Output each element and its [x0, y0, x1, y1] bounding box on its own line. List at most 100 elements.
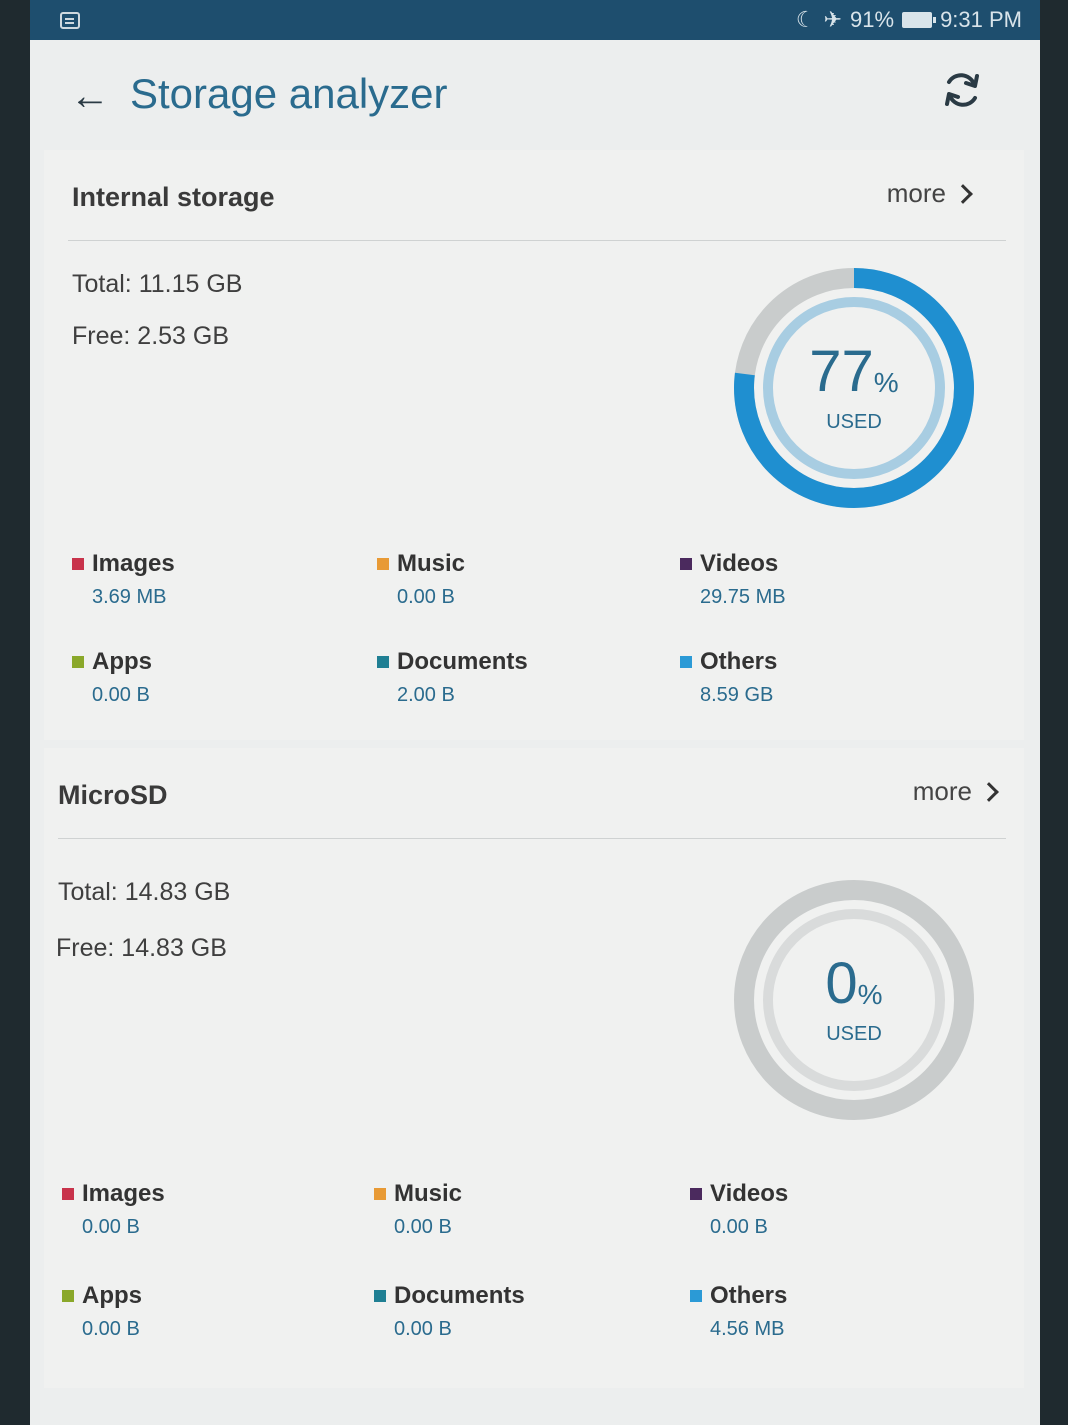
- divider: [68, 240, 1006, 241]
- used-percent-value: 77: [809, 338, 874, 404]
- usage-ring: 77 % USED: [724, 258, 984, 518]
- images-swatch: [62, 1188, 74, 1200]
- category-name: Music: [397, 550, 466, 577]
- divider: [58, 838, 1006, 839]
- category-others[interactable]: Others 8.59 GB: [680, 648, 980, 707]
- category-images[interactable]: Images 0.00 B: [62, 1180, 362, 1239]
- category-label: Images: [62, 1180, 362, 1208]
- music-swatch: [374, 1188, 386, 1200]
- microsd-card: MicroSD more Total: 14.83 GB Free: 14.83…: [44, 748, 1024, 1388]
- category-value: 4.56 MB: [710, 1318, 785, 1340]
- page-title: Storage analyzer: [130, 70, 448, 117]
- category-label: Documents: [377, 648, 677, 676]
- free-text: Free: 2.53 GB: [72, 322, 230, 350]
- category-name: Videos: [710, 1180, 789, 1207]
- app-bar: ← Storage analyzer: [30, 40, 1040, 150]
- moon-icon: ☾: [795, 7, 816, 32]
- category-name: Images: [82, 1180, 165, 1207]
- battery-percent: 91%: [850, 7, 895, 32]
- ring-center: 77 % USED: [724, 258, 984, 518]
- used-label: USED: [826, 410, 882, 433]
- category-name: Videos: [700, 550, 779, 577]
- chevron-right-icon: [979, 781, 999, 802]
- documents-swatch: [374, 1290, 386, 1302]
- category-name: Documents: [397, 648, 528, 675]
- documents-swatch: [377, 656, 389, 668]
- usage-ring: 0 % USED: [724, 870, 984, 1130]
- category-label: Apps: [72, 648, 372, 676]
- used-percent: 0 %: [825, 950, 883, 1016]
- images-swatch: [72, 558, 84, 570]
- category-name: Images: [92, 550, 175, 577]
- category-grid: Images 0.00 B Music 0.00 B Videos 0.00 B…: [62, 1180, 962, 1350]
- category-label: Videos: [690, 1180, 990, 1208]
- category-value: 0.00 B: [394, 1318, 452, 1340]
- chevron-right-icon: [953, 183, 973, 204]
- category-value: 29.75 MB: [700, 586, 786, 608]
- category-name: Documents: [394, 1282, 525, 1309]
- category-name: Music: [394, 1180, 463, 1207]
- apps-swatch: [62, 1290, 74, 1302]
- category-music[interactable]: Music 0.00 B: [374, 1180, 674, 1239]
- category-videos[interactable]: Videos 0.00 B: [690, 1180, 990, 1239]
- category-documents[interactable]: Documents 0.00 B: [374, 1282, 674, 1341]
- status-time: 9:31 PM: [940, 7, 1022, 32]
- notification-icon: [60, 11, 80, 29]
- category-grid: Images 3.69 MB Music 0.00 B Videos 29.75…: [72, 550, 972, 710]
- category-others[interactable]: Others 4.56 MB: [690, 1282, 990, 1341]
- refresh-icon[interactable]: [940, 68, 984, 112]
- more-label: more: [886, 178, 946, 208]
- category-name: Others: [710, 1282, 788, 1309]
- total-text: Total: 11.15 GB: [72, 270, 243, 298]
- category-label: Others: [680, 648, 980, 676]
- category-name: Others: [700, 648, 778, 675]
- more-link[interactable]: more: [912, 776, 999, 807]
- back-arrow-icon[interactable]: ←: [70, 76, 110, 116]
- category-label: Others: [690, 1282, 990, 1310]
- category-value: 0.00 B: [92, 684, 150, 706]
- category-value: 2.00 B: [397, 684, 455, 706]
- percent-sign: %: [873, 366, 899, 398]
- category-label: Music: [374, 1180, 674, 1208]
- card-title: Internal storage: [72, 182, 275, 212]
- used-label: USED: [826, 1022, 882, 1045]
- category-label: Images: [72, 550, 372, 578]
- category-label: Music: [377, 550, 677, 578]
- category-value: 8.59 GB: [700, 684, 774, 706]
- category-apps[interactable]: Apps 0.00 B: [62, 1282, 362, 1341]
- airplane-icon: ✈: [823, 7, 843, 32]
- apps-swatch: [72, 656, 84, 668]
- category-label: Documents: [374, 1282, 674, 1310]
- status-bar: ☾ ✈ 91% 9:31 PM: [30, 0, 1040, 40]
- total-text: Total: 14.83 GB: [58, 878, 231, 906]
- battery-icon: [902, 12, 937, 28]
- category-label: Apps: [62, 1282, 362, 1310]
- category-documents[interactable]: Documents 2.00 B: [377, 648, 677, 707]
- category-value: 0.00 B: [397, 586, 455, 608]
- category-images[interactable]: Images 3.69 MB: [72, 550, 372, 609]
- videos-swatch: [680, 558, 692, 570]
- used-percent: 77 %: [809, 338, 899, 404]
- card-title: MicroSD: [58, 780, 168, 810]
- category-value: 0.00 B: [394, 1216, 452, 1238]
- category-apps[interactable]: Apps 0.00 B: [72, 648, 372, 707]
- percent-sign: %: [857, 978, 883, 1010]
- category-value: 3.69 MB: [92, 586, 167, 608]
- category-music[interactable]: Music 0.00 B: [377, 550, 677, 609]
- category-value: 0.00 B: [710, 1216, 768, 1238]
- used-percent-value: 0: [825, 950, 858, 1016]
- internal-storage-card: Internal storage more Total: 11.15 GB Fr…: [44, 150, 1024, 740]
- category-label: Videos: [680, 550, 980, 578]
- more-link[interactable]: more: [886, 178, 973, 209]
- category-name: Apps: [92, 648, 152, 675]
- videos-swatch: [690, 1188, 702, 1200]
- more-label: more: [912, 776, 972, 806]
- free-text: Free: 14.83 GB: [56, 934, 227, 962]
- category-name: Apps: [82, 1282, 142, 1309]
- status-right: ☾ ✈ 91% 9:31 PM: [796, 7, 1022, 33]
- music-swatch: [377, 558, 389, 570]
- card-header: MicroSD more: [44, 748, 1024, 838]
- category-videos[interactable]: Videos 29.75 MB: [680, 550, 980, 609]
- category-value: 0.00 B: [82, 1318, 140, 1340]
- ring-center: 0 % USED: [724, 870, 984, 1130]
